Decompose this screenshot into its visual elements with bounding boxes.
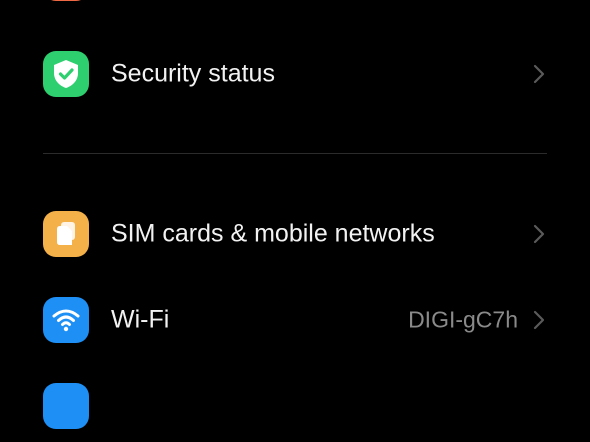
settings-item-sim-cards[interactable]: SIM cards & mobile networks (0, 198, 590, 270)
settings-item-label: Wi-Fi (111, 305, 170, 334)
settings-item-security-status[interactable]: Security status (0, 38, 590, 110)
wifi-icon (43, 297, 89, 343)
shield-check-icon (43, 51, 89, 97)
settings-item-partial-bottom[interactable] (0, 370, 590, 442)
settings-item-partial-top[interactable] (0, 0, 590, 14)
settings-item-label: Security status (111, 59, 275, 88)
app-icon (43, 0, 89, 1)
settings-item-label: SIM cards & mobile networks (111, 219, 435, 248)
chevron-right-icon (533, 64, 545, 84)
settings-item-wifi[interactable]: Wi-Fi DIGI-gC7h (0, 284, 590, 356)
app-icon (43, 383, 89, 429)
sim-card-icon (43, 211, 89, 257)
wifi-network-name: DIGI-gC7h (408, 306, 518, 333)
chevron-right-icon (533, 310, 545, 330)
section-divider (43, 153, 547, 154)
chevron-right-icon (533, 224, 545, 244)
